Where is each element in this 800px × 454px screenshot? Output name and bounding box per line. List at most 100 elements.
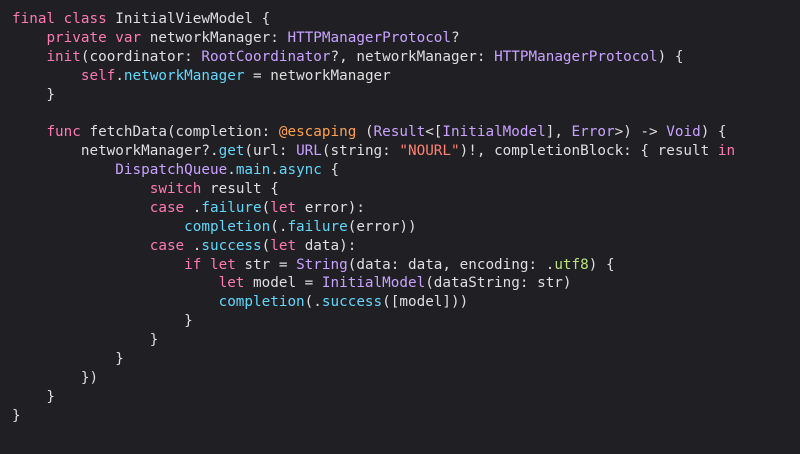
code-token: model = xyxy=(244,275,322,292)
code-token: success xyxy=(201,237,262,254)
code-line: func fetchData(completion: @escaping (Re… xyxy=(12,123,735,142)
code-line: } xyxy=(12,350,735,369)
code-token: Error xyxy=(571,124,615,141)
code-token: } xyxy=(12,407,21,424)
code-line: } xyxy=(12,407,735,426)
code-token: networkManager?. xyxy=(12,143,219,160)
code-token: ([model])) xyxy=(382,294,469,311)
code-token: Void xyxy=(666,124,701,141)
code-line: networkManager?.get(url: URL(string: "NO… xyxy=(12,142,735,161)
code-token: get xyxy=(218,143,245,160)
code-token: } xyxy=(12,351,124,368)
code-token: } xyxy=(12,388,56,405)
code-token: failure xyxy=(201,199,262,216)
code-token: String xyxy=(296,256,348,273)
code-token: ) { xyxy=(588,256,615,273)
code-token: error): xyxy=(296,199,365,216)
code-token: (url: xyxy=(244,143,297,160)
code-token: self xyxy=(80,67,116,84)
code-token: switch xyxy=(149,181,202,198)
code-token: = networkManager xyxy=(244,67,391,84)
code-line: } xyxy=(12,388,735,407)
code-token: ) { xyxy=(700,124,727,141)
code-token: @escaping xyxy=(278,124,365,141)
code-line: completion(.failure(error)) xyxy=(12,218,735,237)
code-token: . xyxy=(184,199,202,216)
code-line: if let str = String(data: data, encoding… xyxy=(12,256,735,275)
code-line: init(coordinator: RootCoordinator?, netw… xyxy=(12,48,735,67)
code-token: HTTPManagerProtocol xyxy=(287,29,452,46)
code-line: }) xyxy=(12,369,735,388)
code-token: in xyxy=(717,143,736,160)
code-token: case xyxy=(149,237,185,254)
code-token: . xyxy=(184,237,202,254)
code-token: ( xyxy=(261,199,271,216)
code-token: InitialModel xyxy=(442,124,546,141)
code-token: . xyxy=(227,162,236,179)
code-token: ( xyxy=(364,124,374,141)
code-token: RootCoordinator xyxy=(201,48,331,65)
code-line: } xyxy=(12,86,735,105)
code-token: utf8 xyxy=(554,256,589,273)
code-token: (coordinator: xyxy=(80,48,202,65)
code-line: self.networkManager = networkManager xyxy=(12,67,735,86)
code-token: } xyxy=(12,332,159,349)
code-token: networkManager xyxy=(123,67,245,84)
code-token: str = xyxy=(235,256,297,273)
code-line: case .failure(let error): xyxy=(12,199,735,218)
code-token: (string: xyxy=(321,143,400,160)
code-token: )!, completionBlock: { result xyxy=(459,143,718,160)
code-line: switch result { xyxy=(12,180,735,199)
code-token: ( xyxy=(261,237,271,254)
code-token: "NOURL" xyxy=(399,143,460,160)
source-code[interactable]: final class InitialViewModel { private v… xyxy=(12,10,735,426)
code-token: (error)) xyxy=(347,218,417,235)
code-token: networkManager: xyxy=(149,29,288,46)
code-line: let model = InitialModel(dataString: str… xyxy=(12,274,735,293)
code-token: completion xyxy=(218,294,305,311)
code-token: . xyxy=(115,67,124,84)
code-line: completion(.success([model])) xyxy=(12,293,735,312)
code-token: >) -> xyxy=(614,124,667,141)
code-token: InitialModel xyxy=(321,275,426,292)
code-token: data): xyxy=(296,237,357,254)
code-token: (. xyxy=(270,218,288,235)
code-token: fetchData(completion: xyxy=(89,124,279,141)
code-line: DispatchQueue.main.async { xyxy=(12,161,735,180)
code-token: if let xyxy=(184,256,236,273)
code-token: async xyxy=(278,162,322,179)
code-token: final class xyxy=(12,11,116,27)
code-editor[interactable]: final class InitialViewModel { private v… xyxy=(0,0,800,454)
code-token: HTTPManagerProtocol xyxy=(494,48,658,65)
code-line: final class InitialViewModel { xyxy=(12,10,735,29)
code-token: { xyxy=(321,162,340,179)
code-token: ? xyxy=(451,29,460,46)
code-token: Result xyxy=(373,124,426,141)
code-line: } xyxy=(12,312,735,331)
code-token: <[ xyxy=(425,124,443,141)
code-token: let xyxy=(270,199,297,216)
code-token: init xyxy=(46,48,81,65)
code-token: failure xyxy=(287,218,348,235)
code-token: ?, networkManager: xyxy=(330,48,495,65)
code-line: } xyxy=(12,331,735,350)
code-token: DispatchQueue xyxy=(115,162,228,179)
code-token: main xyxy=(235,162,271,179)
code-token: }) xyxy=(12,369,99,386)
code-token: case xyxy=(149,199,185,216)
code-token: ], xyxy=(545,124,572,141)
code-line: case .success(let data): xyxy=(12,237,735,256)
code-token: URL xyxy=(296,143,322,160)
code-token: } xyxy=(12,313,193,330)
